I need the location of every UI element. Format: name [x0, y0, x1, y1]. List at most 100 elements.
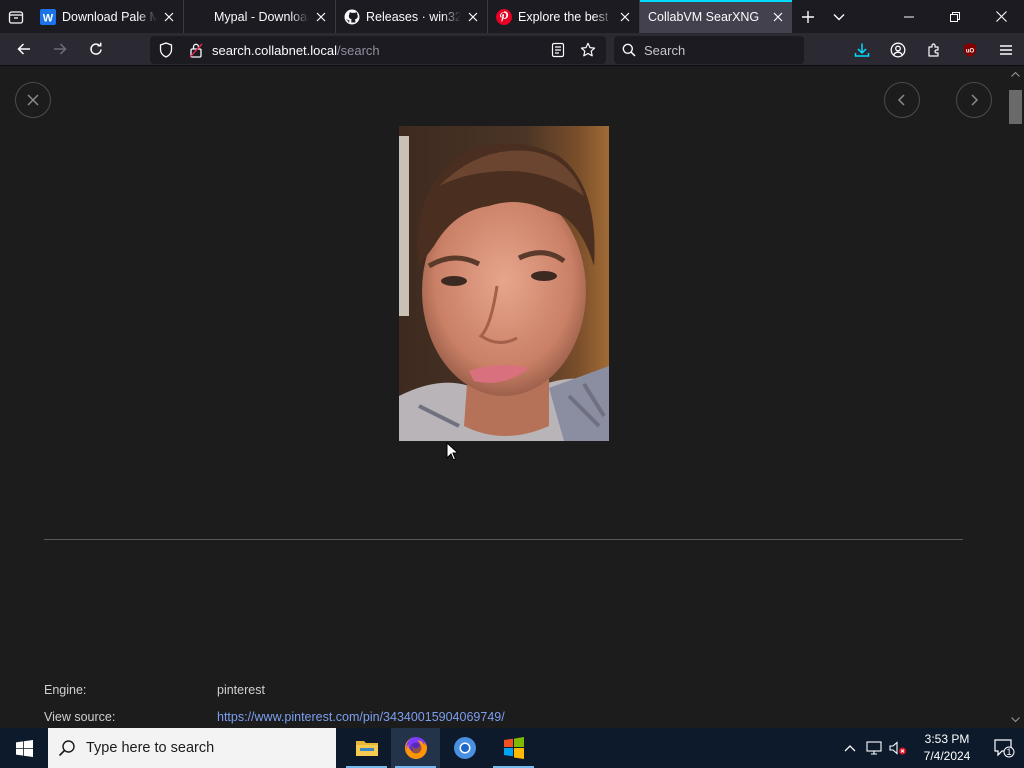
notification-count-badge: 1	[1006, 746, 1012, 757]
forward-arrow-icon	[54, 43, 67, 55]
reload-icon	[90, 42, 102, 55]
navigation-toolbar: search.collabnet.local/search Search uO	[0, 33, 1024, 66]
previous-result-button[interactable]	[884, 82, 920, 118]
notification-icon	[994, 739, 1015, 758]
tab-collabvm-searxng[interactable]: CollabVM SearXNG	[640, 0, 792, 33]
back-button[interactable]	[6, 33, 42, 66]
taskbar-search-placeholder: Type here to search	[86, 740, 215, 756]
url-host: search.collabnet.local	[212, 42, 338, 58]
search-bar[interactable]: Search	[614, 36, 804, 64]
engine-label: Engine:	[44, 683, 87, 697]
start-button[interactable]	[0, 728, 48, 768]
next-result-button[interactable]	[956, 82, 992, 118]
account-button[interactable]	[880, 33, 916, 66]
ublock-origin-button[interactable]: uO	[952, 33, 988, 66]
show-hidden-icons-button[interactable]	[838, 728, 862, 768]
back-arrow-icon	[17, 43, 30, 55]
minimize-icon	[904, 16, 914, 17]
divider	[44, 539, 963, 540]
blank-page-icon	[192, 9, 208, 25]
taskbar-windows-app[interactable]	[489, 728, 538, 768]
search-icon	[48, 739, 86, 757]
tab-mypal[interactable]: Mypal - Download	[184, 0, 336, 33]
chromium-icon	[453, 737, 476, 759]
svg-text:uO: uO	[966, 48, 975, 54]
search-icon	[614, 43, 644, 57]
restore-button[interactable]	[932, 0, 978, 33]
tab-download-pale-moon[interactable]: W Download Pale Moon	[32, 0, 184, 33]
downloads-button[interactable]	[844, 33, 880, 66]
taskbar-chromium[interactable]	[440, 728, 489, 768]
app-menu-button[interactable]	[988, 33, 1024, 66]
minimize-button[interactable]	[886, 0, 932, 33]
firefox-view-icon	[8, 10, 24, 24]
close-tab-icon[interactable]	[465, 9, 481, 25]
close-detail-button[interactable]	[15, 82, 51, 118]
close-tab-icon[interactable]	[161, 9, 177, 25]
close-tab-icon[interactable]	[313, 9, 329, 25]
forward-button[interactable]	[42, 33, 78, 66]
download-arrow-icon	[854, 43, 870, 57]
windows-logo-icon	[15, 739, 33, 757]
windows-flag-icon	[503, 737, 524, 759]
windows-taskbar: Type here to search 3:53 PM 7/4/2024 1	[0, 728, 1024, 768]
scroll-down-arrow-icon[interactable]	[1011, 717, 1020, 723]
chevron-down-icon	[833, 13, 844, 20]
tab-title: Releases · win32ss	[366, 9, 461, 24]
close-window-button[interactable]	[978, 0, 1024, 33]
reader-view-icon[interactable]	[544, 42, 572, 58]
taskbar-firefox[interactable]	[391, 728, 440, 768]
tracking-protection-shield-icon[interactable]	[152, 42, 180, 58]
chevron-right-icon	[971, 94, 979, 106]
close-tab-icon[interactable]	[617, 9, 633, 25]
url-path: /search	[337, 42, 380, 58]
extensions-button[interactable]	[916, 33, 952, 66]
close-icon	[995, 11, 1007, 22]
reload-button[interactable]	[78, 33, 114, 66]
chevron-left-icon	[897, 94, 905, 106]
insecure-lock-icon[interactable]	[182, 42, 210, 58]
network-tray-button[interactable]	[862, 728, 886, 768]
scroll-up-arrow-icon[interactable]	[1011, 71, 1020, 77]
hamburger-menu-icon	[1000, 44, 1012, 55]
mouse-cursor-icon	[446, 442, 458, 461]
page-scrollbar[interactable]	[1007, 67, 1024, 728]
firefox-icon	[404, 737, 427, 759]
clock-date: 7/4/2024	[923, 749, 971, 763]
tab-title: Download Pale Moon	[62, 9, 157, 24]
tab-pinterest[interactable]: Explore the best of Pinterest	[488, 0, 640, 33]
volume-tray-button[interactable]	[886, 728, 910, 768]
svg-text:W: W	[43, 12, 54, 24]
action-center-button[interactable]: 1	[984, 728, 1024, 768]
account-icon	[890, 42, 906, 57]
puzzle-piece-icon	[928, 42, 939, 57]
new-tab-button[interactable]	[792, 0, 823, 33]
chevron-up-icon	[844, 745, 856, 752]
github-icon	[344, 9, 360, 25]
url-bar[interactable]: search.collabnet.local/search	[150, 36, 606, 64]
speaker-muted-icon	[889, 741, 906, 755]
restore-icon	[950, 11, 960, 22]
tab-title: Mypal - Download	[214, 9, 309, 24]
tab-releases-github[interactable]: Releases · win32ss	[336, 0, 488, 33]
plus-icon	[801, 10, 814, 23]
view-source-label: View source:	[44, 710, 116, 724]
scrollbar-thumb[interactable]	[1009, 90, 1022, 124]
network-icon	[866, 741, 882, 755]
url-text[interactable]: search.collabnet.local/search	[212, 43, 542, 58]
close-tab-icon[interactable]	[770, 9, 786, 25]
bookmark-star-icon[interactable]	[574, 42, 602, 58]
list-all-tabs-button[interactable]	[823, 0, 854, 33]
tab-title: CollabVM SearXNG	[648, 9, 760, 24]
taskbar-clock[interactable]: 3:53 PM 7/4/2024	[910, 731, 984, 765]
pinterest-icon	[496, 8, 512, 25]
folder-icon	[355, 741, 378, 756]
taskbar-file-explorer[interactable]	[342, 728, 391, 768]
taskbar-search-box[interactable]: Type here to search	[48, 728, 336, 768]
clock-time: 3:53 PM	[924, 732, 970, 746]
page-content: Engine: pinterest View source: https://w…	[0, 67, 1007, 728]
firefox-view-button[interactable]	[0, 0, 32, 33]
result-image[interactable]	[399, 126, 609, 441]
view-source-link[interactable]: https://www.pinterest.com/pin/3434001590…	[217, 710, 505, 724]
engine-value: pinterest	[217, 683, 265, 697]
